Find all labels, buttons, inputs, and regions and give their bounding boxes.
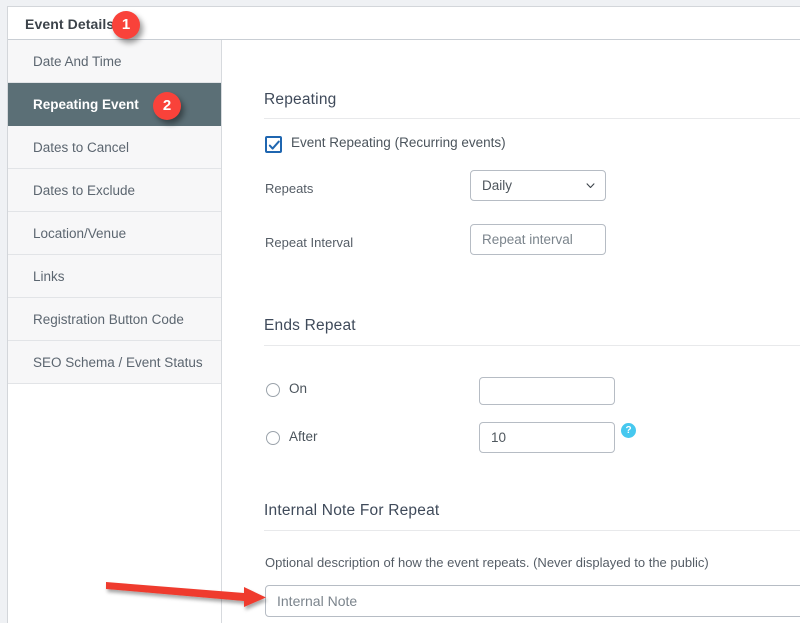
section-divider-repeating <box>264 118 800 119</box>
sidebar-item-date-and-time[interactable]: Date And Time <box>8 40 221 83</box>
repeats-label: Repeats <box>265 181 313 196</box>
section-heading-internal-note: Internal Note For Repeat <box>264 502 439 520</box>
sidebar-item-dates-to-cancel[interactable]: Dates to Cancel <box>8 126 221 169</box>
sidebar-item-seo-schema-event-status[interactable]: SEO Schema / Event Status <box>8 341 221 384</box>
repeats-select[interactable]: DailyWeeklyMonthlyYearly <box>470 170 606 201</box>
check-icon <box>268 139 281 152</box>
sidebar-empty-area <box>8 384 221 623</box>
section-heading-ends-repeat: Ends Repeat <box>264 317 356 335</box>
ends-repeat-on-radio[interactable] <box>266 383 280 397</box>
internal-note-input[interactable] <box>265 585 800 617</box>
section-heading-repeating: Repeating <box>264 91 336 109</box>
internal-note-description: Optional description of how the event re… <box>265 555 709 570</box>
sidebar-item-label: Dates to Exclude <box>33 183 135 198</box>
ends-repeat-after-radio[interactable] <box>266 431 280 445</box>
repeat-interval-input[interactable] <box>470 224 606 255</box>
repeating-event-form: Repeating Event Repeating (Recurring eve… <box>223 40 800 623</box>
sidebar-item-label: SEO Schema / Event Status <box>33 355 203 370</box>
sidebar-item-registration-button-code[interactable]: Registration Button Code <box>8 298 221 341</box>
event-repeating-checkbox[interactable] <box>265 136 282 153</box>
section-divider-internal-note <box>264 530 800 531</box>
ends-repeat-after-count-input[interactable] <box>479 422 615 453</box>
event-details-panel: Event Details Date And Time Repeating Ev… <box>7 6 800 623</box>
sidebar-item-label: Dates to Cancel <box>33 140 129 155</box>
sidebar-item-dates-to-exclude[interactable]: Dates to Exclude <box>8 169 221 212</box>
sidebar-item-location-venue[interactable]: Location/Venue <box>8 212 221 255</box>
annotation-badge-2: 2 <box>153 92 181 120</box>
ends-repeat-on-date-input[interactable] <box>479 377 615 405</box>
sidebar-item-label: Repeating Event <box>33 97 139 112</box>
ends-repeat-after-label: After <box>289 429 318 444</box>
screenshot-root: Event Details Date And Time Repeating Ev… <box>0 0 800 623</box>
event-repeating-checkbox-label: Event Repeating (Recurring events) <box>291 135 506 150</box>
sidebar-item-links[interactable]: Links <box>8 255 221 298</box>
repeats-select-wrapper: DailyWeeklyMonthlyYearly <box>470 170 606 201</box>
sidebar-item-repeating-event[interactable]: Repeating Event <box>8 83 221 126</box>
tab-event-details[interactable]: Event Details <box>25 16 114 32</box>
annotation-badge-1: 1 <box>112 11 140 39</box>
sidebar-item-label: Links <box>33 269 65 284</box>
section-divider-ends-repeat <box>264 345 800 346</box>
sidebar-item-label: Date And Time <box>33 54 122 69</box>
settings-sidebar: Date And Time Repeating Event Dates to C… <box>8 40 222 623</box>
sidebar-item-label: Location/Venue <box>33 226 126 241</box>
sidebar-item-label: Registration Button Code <box>33 312 184 327</box>
repeat-interval-label: Repeat Interval <box>265 235 353 250</box>
help-icon[interactable]: ? <box>621 423 636 438</box>
ends-repeat-on-label: On <box>289 381 307 396</box>
